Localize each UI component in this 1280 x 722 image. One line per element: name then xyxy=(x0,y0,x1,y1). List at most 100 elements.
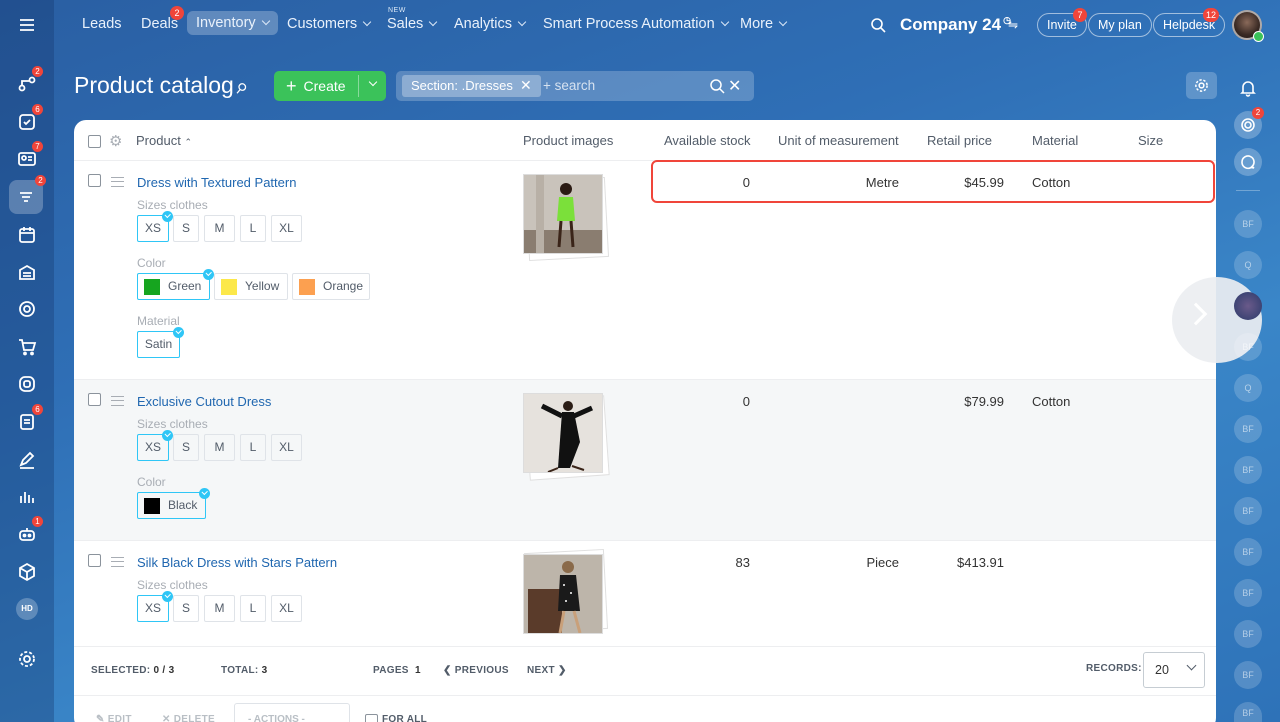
recent-chat-avatar[interactable] xyxy=(1234,292,1262,320)
column-price[interactable]: Retail price xyxy=(927,133,992,148)
recent-chat-avatar[interactable]: BF xyxy=(1234,579,1262,607)
drag-handle-icon[interactable] xyxy=(111,396,124,406)
bell-icon[interactable] xyxy=(1234,74,1262,102)
product-name-link[interactable]: Silk Black Dress with Stars Pattern xyxy=(137,555,337,570)
column-settings-gear-icon[interactable]: ⚙ xyxy=(109,132,122,150)
nav-leads[interactable]: Leads xyxy=(82,16,122,32)
nav-inventory[interactable]: Inventory xyxy=(187,11,278,35)
color-option-yellow[interactable]: Yellow xyxy=(214,273,288,300)
remove-filter-icon[interactable]: ✕ xyxy=(520,77,532,94)
recent-chat-avatar[interactable]: BF xyxy=(1234,415,1262,443)
size-option-s[interactable]: S xyxy=(173,595,199,622)
recent-chat-avatar[interactable]: Q xyxy=(1234,374,1262,402)
page-settings-button[interactable] xyxy=(1186,72,1217,99)
create-button[interactable]: + Create xyxy=(274,71,386,101)
row-checkbox[interactable] xyxy=(88,554,101,567)
column-size[interactable]: Size xyxy=(1138,133,1163,148)
material-option-satin[interactable]: Satin xyxy=(137,327,184,358)
select-all-checkbox[interactable] xyxy=(88,135,101,148)
product-image-stack[interactable] xyxy=(523,393,610,481)
drag-handle-icon[interactable] xyxy=(111,177,124,187)
target-icon[interactable] xyxy=(14,296,40,322)
size-option-xs[interactable]: XS xyxy=(137,430,173,461)
records-select[interactable]: 20 xyxy=(1143,652,1205,688)
filter-list-icon[interactable]: 2 xyxy=(9,175,46,214)
color-option-black[interactable]: Black xyxy=(137,488,210,519)
chevron-down-icon[interactable] xyxy=(368,77,378,87)
calendar-icon[interactable] xyxy=(14,222,40,248)
size-option-l[interactable]: L xyxy=(240,595,266,622)
nav-smart-process-automation[interactable]: Smart Process Automation xyxy=(543,16,729,32)
nav-customers[interactable]: Customers xyxy=(287,16,372,32)
actions-label: - ACTIONS - xyxy=(248,714,305,722)
box-icon[interactable] xyxy=(14,559,40,585)
recent-chat-avatar[interactable]: BF xyxy=(1234,661,1262,689)
drag-handle-icon[interactable] xyxy=(111,557,124,567)
robot-icon[interactable]: 1 xyxy=(14,516,43,547)
recent-chat-avatar[interactable]: BF xyxy=(1234,620,1262,648)
size-option-xl[interactable]: XL xyxy=(271,595,302,622)
recent-chat-avatar[interactable]: BF xyxy=(1234,702,1262,722)
support-icon[interactable] xyxy=(14,371,40,397)
chat-icon[interactable] xyxy=(1234,148,1262,176)
nav-more[interactable]: More xyxy=(740,16,788,32)
column-images[interactable]: Product images xyxy=(523,133,613,148)
next-page-button[interactable]: NEXT ❯ xyxy=(527,665,567,676)
product-name-link[interactable]: Exclusive Cutout Dress xyxy=(137,394,271,409)
recent-chat-avatar[interactable]: Q xyxy=(1234,251,1262,279)
color-option-green[interactable]: Green xyxy=(137,269,214,300)
recent-chat-avatar[interactable]: BF xyxy=(1234,497,1262,525)
delete-button[interactable]: ✕ DELETE xyxy=(162,714,215,722)
contacts-icon[interactable]: 7 xyxy=(14,141,43,172)
warehouse-icon[interactable] xyxy=(14,259,40,285)
product-name-link[interactable]: Dress with Textured Pattern xyxy=(137,175,296,190)
size-option-xs[interactable]: XS xyxy=(137,591,173,622)
size-option-m[interactable]: M xyxy=(204,434,235,461)
column-product[interactable]: Product ⌃ xyxy=(136,133,192,148)
product-image-stack[interactable] xyxy=(523,548,609,636)
size-option-s[interactable]: S xyxy=(173,434,199,461)
size-option-s[interactable]: S xyxy=(173,215,199,242)
documents-icon[interactable]: 6 xyxy=(14,404,43,435)
for-all-checkbox[interactable] xyxy=(365,714,378,722)
nav-analytics[interactable]: Analytics xyxy=(454,16,527,32)
sign-icon[interactable] xyxy=(14,447,40,473)
size-option-xl[interactable]: XL xyxy=(271,215,302,242)
size-option-m[interactable]: M xyxy=(204,215,235,242)
previous-page-button[interactable]: ❮ PREVIOUS xyxy=(443,665,509,676)
column-material[interactable]: Material xyxy=(1032,133,1078,148)
cart-icon[interactable] xyxy=(14,334,40,360)
search-icon[interactable] xyxy=(870,17,886,36)
size-option-l[interactable]: L xyxy=(240,434,266,461)
menu-icon[interactable] xyxy=(14,12,40,38)
edit-button[interactable]: ✎ EDIT xyxy=(96,714,132,722)
my-plan-button[interactable]: My plan xyxy=(1088,13,1152,37)
size-option-xl[interactable]: XL xyxy=(271,434,302,461)
tasks-icon[interactable]: 6 xyxy=(14,104,43,135)
search-icon[interactable] xyxy=(709,78,725,97)
recent-chat-avatar[interactable]: BF xyxy=(1234,210,1262,238)
size-option-m[interactable]: M xyxy=(204,595,235,622)
avatar[interactable]: HD xyxy=(14,596,40,622)
settings-gear-icon[interactable] xyxy=(14,646,40,672)
column-unit[interactable]: Unit of measurement xyxy=(778,133,899,148)
row-checkbox[interactable] xyxy=(88,174,101,187)
analytics-icon[interactable] xyxy=(14,484,40,510)
flows-icon[interactable]: 2 xyxy=(14,66,43,97)
color-option-orange[interactable]: Orange xyxy=(292,273,370,300)
row-checkbox[interactable] xyxy=(88,393,101,406)
company-name[interactable]: Company 24 ◷ xyxy=(900,15,1011,35)
size-option-xs[interactable]: XS xyxy=(137,211,173,242)
recent-chat-avatar[interactable]: BF xyxy=(1234,333,1262,361)
recent-chat-avatar[interactable]: BF xyxy=(1234,538,1262,566)
pin-icon[interactable]: ⚲ xyxy=(232,79,250,99)
switch-icon[interactable]: ⇋ xyxy=(1008,18,1018,32)
size-option-l[interactable]: L xyxy=(240,215,266,242)
actions-select[interactable]: - ACTIONS - xyxy=(234,703,350,722)
nav-sales[interactable]: Sales xyxy=(387,16,438,32)
column-stock[interactable]: Available stock xyxy=(664,133,750,148)
clear-search-icon[interactable]: ✕ xyxy=(728,76,741,96)
search-placeholder[interactable]: + search xyxy=(543,78,595,93)
product-image-stack[interactable] xyxy=(523,174,610,262)
recent-chat-avatar[interactable]: BF xyxy=(1234,456,1262,484)
